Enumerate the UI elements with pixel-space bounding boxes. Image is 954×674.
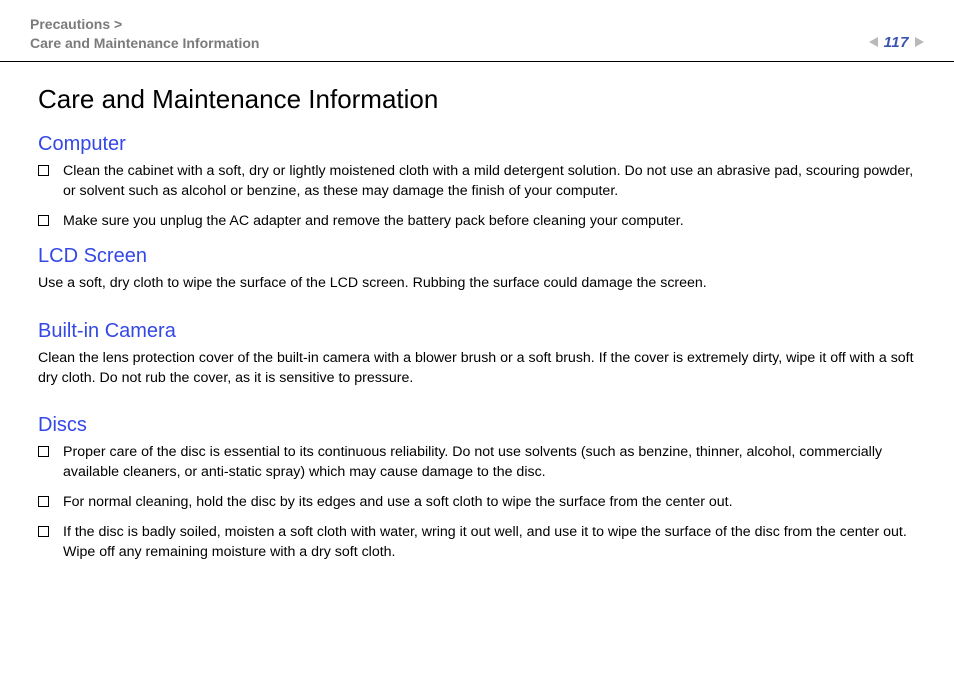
bullet-icon	[38, 215, 49, 226]
breadcrumb-current: Care and Maintenance Information	[30, 35, 259, 51]
breadcrumb-separator: >	[114, 16, 122, 32]
list-item: Proper care of the disc is essential to …	[38, 443, 920, 483]
list-item-text: Clean the cabinet with a soft, dry or li…	[63, 162, 920, 202]
list-item: For normal cleaning, hold the disc by it…	[38, 493, 920, 513]
breadcrumb: Precautions > Care and Maintenance Infor…	[30, 15, 259, 53]
breadcrumb-parent[interactable]: Precautions	[30, 16, 110, 32]
list-item: If the disc is badly soiled, moisten a s…	[38, 523, 920, 563]
content-area: Care and Maintenance Information Compute…	[0, 62, 954, 593]
page-number: 117	[884, 34, 909, 51]
section-lcd-heading: LCD Screen	[38, 245, 920, 268]
page-header: Precautions > Care and Maintenance Infor…	[0, 0, 954, 61]
bullet-icon	[38, 446, 49, 457]
list-item-text: Proper care of the disc is essential to …	[63, 443, 920, 483]
section-computer-list: Clean the cabinet with a soft, dry or li…	[38, 162, 920, 232]
section-discs-list: Proper care of the disc is essential to …	[38, 443, 920, 562]
list-item-text: Make sure you unplug the AC adapter and …	[63, 212, 920, 232]
list-item-text: For normal cleaning, hold the disc by it…	[63, 493, 920, 513]
list-item-text: If the disc is badly soiled, moisten a s…	[63, 523, 920, 563]
section-lcd-text: Use a soft, dry cloth to wipe the surfac…	[38, 274, 920, 294]
list-item: Make sure you unplug the AC adapter and …	[38, 212, 920, 232]
next-page-icon[interactable]	[915, 37, 924, 47]
section-camera-text: Clean the lens protection cover of the b…	[38, 349, 920, 388]
section-discs-heading: Discs	[38, 414, 920, 437]
bullet-icon	[38, 496, 49, 507]
section-camera-heading: Built-in Camera	[38, 320, 920, 343]
bullet-icon	[38, 526, 49, 537]
page-title: Care and Maintenance Information	[38, 84, 920, 115]
list-item: Clean the cabinet with a soft, dry or li…	[38, 162, 920, 202]
prev-page-icon[interactable]	[869, 37, 878, 47]
page-number-nav: 117	[869, 34, 924, 53]
bullet-icon	[38, 165, 49, 176]
section-computer-heading: Computer	[38, 133, 920, 156]
